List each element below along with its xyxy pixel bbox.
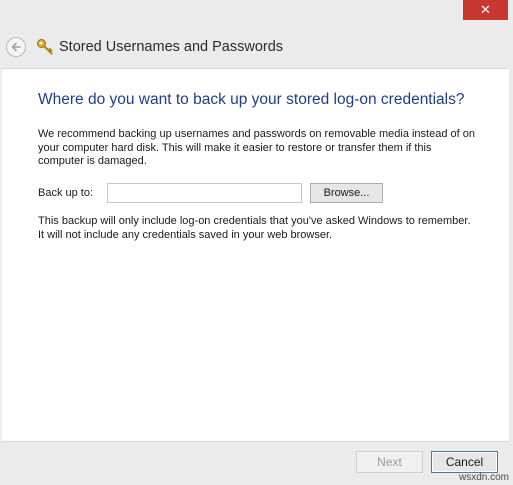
cancel-button[interactable]: Cancel (431, 451, 498, 473)
backup-note-text: This backup will only include log-on cre… (38, 215, 471, 241)
title-bar: Stored Usernames and Passwords (6, 30, 507, 64)
key-icon (36, 38, 54, 56)
page-heading: Where do you want to back up your stored… (38, 91, 465, 108)
dialog-window: ✕ Stored Usernames and Passwords Where d… (0, 0, 513, 485)
back-button[interactable] (6, 37, 26, 57)
watermark: wsxdn.com (458, 472, 509, 483)
content-panel: Where do you want to back up your stored… (2, 68, 509, 442)
recommendation-text: We recommend backing up usernames and pa… (38, 128, 475, 167)
close-button[interactable]: ✕ (463, 0, 508, 20)
backup-path-input[interactable] (107, 183, 302, 203)
browse-button[interactable]: Browse... (310, 183, 383, 203)
next-button[interactable]: Next (356, 451, 423, 473)
close-icon: ✕ (480, 2, 491, 18)
backup-location-row: Back up to: Browse... (38, 182, 383, 204)
back-arrow-icon (11, 42, 21, 52)
window-title: Stored Usernames and Passwords (59, 39, 284, 55)
backup-label: Back up to: (38, 187, 94, 199)
